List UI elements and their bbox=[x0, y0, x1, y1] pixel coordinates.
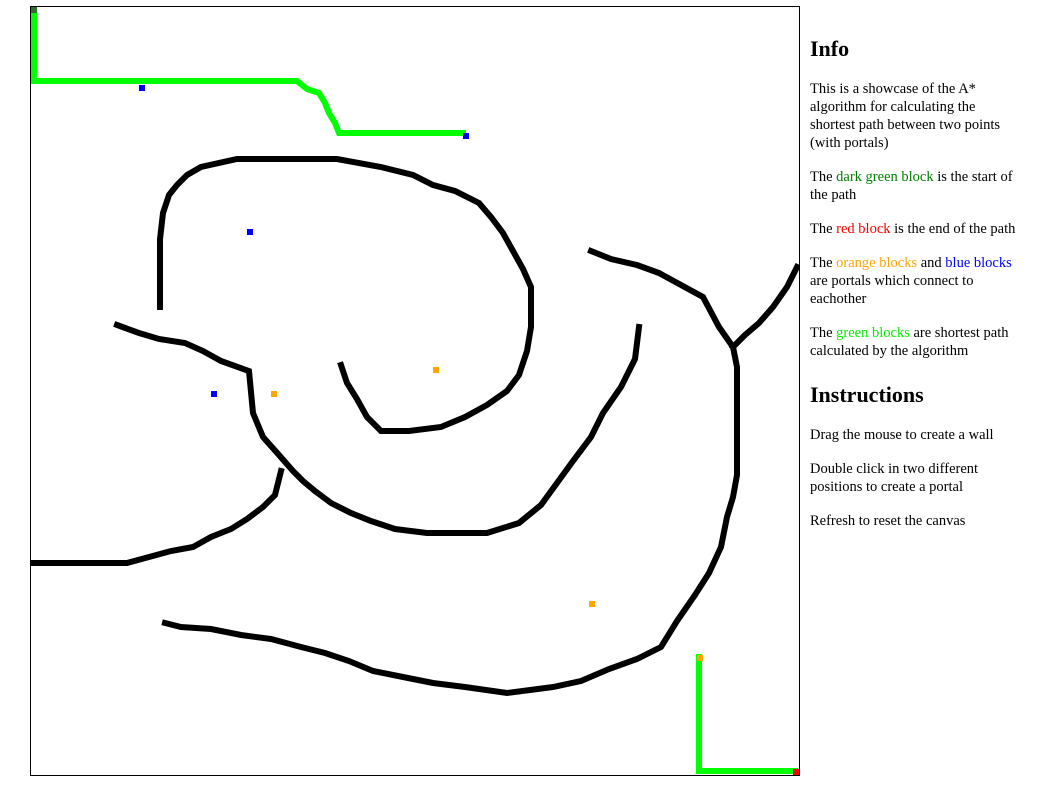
info-portal-description: The orange blocks and blue blocks are po… bbox=[810, 254, 1020, 308]
portal-orange-block bbox=[271, 391, 277, 397]
info-path-description: The green blocks are shortest path calcu… bbox=[810, 324, 1020, 360]
path-segment-top bbox=[31, 7, 466, 136]
info-end-description: The red block is the end of the path bbox=[810, 220, 1020, 238]
walls-layer bbox=[31, 156, 799, 697]
text-fragment: The bbox=[810, 255, 837, 271]
end-block bbox=[793, 769, 799, 775]
path-segment-bottom bbox=[696, 654, 798, 774]
text-fragment: is the end of the path bbox=[890, 221, 1016, 237]
start-block bbox=[31, 7, 37, 13]
text-fragment: are portals which connect to eachother bbox=[810, 273, 974, 307]
portal-blue-block bbox=[247, 229, 253, 235]
blue-portal-legend: blue blocks bbox=[945, 255, 1012, 271]
wall-spiral-inner bbox=[157, 156, 534, 434]
info-title: Info bbox=[810, 36, 850, 61]
orange-portal-legend: orange blocks bbox=[836, 255, 918, 271]
info-start-description: The dark green block is the start of the… bbox=[810, 168, 1020, 204]
text-fragment: The bbox=[810, 169, 837, 185]
portal-blue-block bbox=[139, 85, 145, 91]
start-block-legend: dark green block bbox=[836, 169, 934, 185]
portal-orange-block bbox=[697, 655, 703, 661]
text-fragment: The bbox=[810, 325, 837, 341]
path-legend: green blocks bbox=[836, 325, 910, 341]
portal-orange-block bbox=[589, 601, 595, 607]
portals-layer bbox=[139, 85, 703, 661]
pathfinding-canvas[interactable] bbox=[30, 6, 800, 776]
text-fragment: The bbox=[810, 221, 837, 237]
end-block-legend: red block bbox=[836, 221, 891, 237]
pathfinding-grid[interactable] bbox=[31, 7, 799, 775]
info-panel: Info This is a showcase of the A* algori… bbox=[810, 30, 1020, 546]
portal-orange-block bbox=[433, 367, 439, 373]
text-fragment: and bbox=[917, 255, 946, 271]
path-layer bbox=[31, 7, 798, 774]
wall-lower-left bbox=[31, 467, 285, 566]
wall-right-arc bbox=[161, 247, 740, 697]
portal-blue-block bbox=[211, 391, 217, 397]
portal-blue-block bbox=[463, 133, 469, 139]
instruction-item: Double click in two different positions … bbox=[810, 461, 979, 495]
wall-right-branch bbox=[728, 262, 799, 352]
instructions-title: Instructions bbox=[810, 382, 924, 407]
instruction-item: Drag the mouse to create a wall bbox=[810, 427, 994, 443]
info-intro: This is a showcase of the A* algorithm f… bbox=[810, 81, 1001, 151]
instruction-item: Refresh to reset the canvas bbox=[810, 513, 966, 529]
